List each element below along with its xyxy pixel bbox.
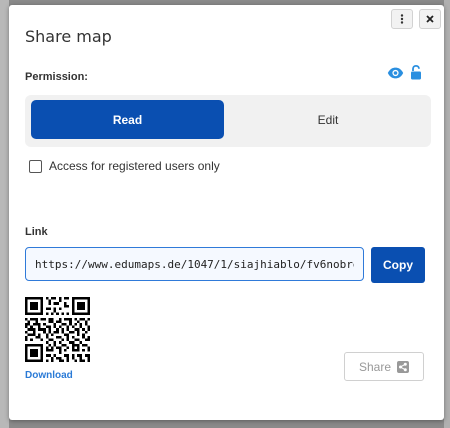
permission-label: Permission: — [25, 71, 88, 83]
share-map-dialog: Share map Permission: Read Edit Access f… — [9, 5, 444, 420]
share-icon — [397, 360, 410, 373]
close-button[interactable] — [419, 9, 441, 29]
eye-icon[interactable] — [387, 67, 404, 79]
more-vertical-icon — [400, 14, 404, 24]
registered-users-row: Access for registered users only — [29, 159, 220, 173]
permission-icons — [387, 65, 422, 80]
share-button-label: Share — [358, 359, 392, 374]
background-panel — [0, 0, 9, 428]
permission-toggle: Read Edit — [25, 95, 431, 147]
registered-users-label[interactable]: Access for registered users only — [49, 159, 220, 173]
background-panel-right — [444, 0, 450, 428]
link-label: Link — [25, 226, 48, 238]
more-options-button[interactable] — [391, 9, 413, 29]
close-icon — [426, 15, 434, 23]
read-option-button[interactable]: Read — [31, 100, 224, 139]
copy-button[interactable]: Copy — [371, 247, 425, 283]
share-url-input[interactable] — [25, 247, 364, 281]
unlock-icon[interactable] — [410, 65, 422, 80]
qr-code-image — [25, 297, 90, 362]
share-button[interactable]: Share — [344, 352, 424, 381]
registered-users-checkbox[interactable] — [29, 159, 42, 173]
dialog-title: Share map — [25, 27, 112, 46]
edit-option-button[interactable]: Edit — [231, 100, 425, 139]
download-qr-link[interactable]: Download — [25, 370, 73, 381]
